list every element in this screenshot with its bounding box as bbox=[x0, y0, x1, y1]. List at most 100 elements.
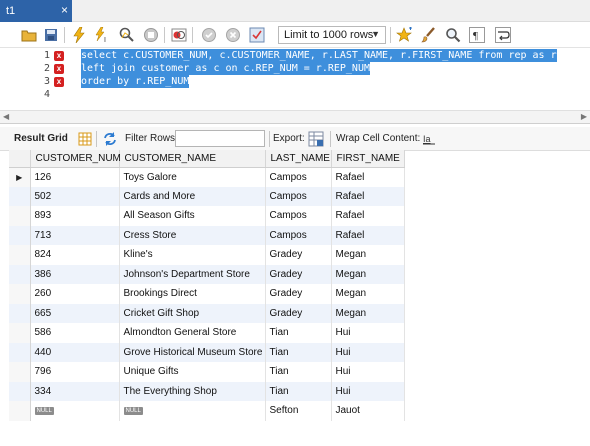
table-row[interactable]: 824 Kline's Gradey Megan bbox=[9, 245, 405, 265]
brush-icon[interactable] bbox=[420, 26, 438, 44]
column-header[interactable]: CUSTOMER_NUM bbox=[30, 150, 121, 168]
table-cell[interactable]: 586 bbox=[30, 323, 120, 343]
table-cell[interactable]: Gradey bbox=[265, 284, 332, 304]
table-cell[interactable]: 893 bbox=[30, 206, 120, 226]
table-cell[interactable]: Campos bbox=[265, 206, 332, 226]
table-cell[interactable]: Tian bbox=[265, 362, 332, 382]
table-cell[interactable]: Rafael bbox=[331, 225, 405, 245]
table-row[interactable]: 440 Grove Historical Museum Store Tian Hui bbox=[9, 342, 405, 362]
table-cell[interactable]: Campos bbox=[265, 225, 332, 245]
row-indicator[interactable] bbox=[9, 381, 31, 401]
table-cell[interactable]: Unique Gifts bbox=[119, 362, 266, 382]
table-cell[interactable]: Cricket Gift Shop bbox=[119, 303, 266, 323]
table-row[interactable]: 502 Cards and More Campos Rafael bbox=[9, 186, 405, 206]
table-cell[interactable]: Megan bbox=[331, 303, 405, 323]
table-cell[interactable]: NULL bbox=[30, 401, 120, 421]
table-cell[interactable]: Gradey bbox=[265, 303, 332, 323]
execute-lightning-icon[interactable] bbox=[70, 26, 88, 44]
filter-rows-input[interactable] bbox=[175, 130, 265, 147]
table-cell[interactable]: Hui bbox=[331, 381, 405, 401]
sql-line-1[interactable]: select c.CUSTOMER_NUM, c.CUSTOMER_NAME, … bbox=[81, 49, 557, 62]
table-cell[interactable]: The Everything Shop bbox=[119, 381, 266, 401]
table-row[interactable]: 334 The Everything Shop Tian Hui bbox=[9, 381, 405, 401]
execute-statement-icon[interactable]: I bbox=[94, 26, 112, 44]
table-cell[interactable]: Rafael bbox=[331, 186, 405, 206]
table-cell[interactable]: Cress Store bbox=[119, 225, 266, 245]
table-cell[interactable]: Hui bbox=[331, 323, 405, 343]
table-cell[interactable]: 126 bbox=[30, 167, 120, 187]
refresh-icon[interactable] bbox=[101, 130, 119, 148]
result-grid-tab[interactable]: Result Grid bbox=[14, 133, 68, 144]
invisible-chars-icon[interactable]: ¶ bbox=[468, 26, 486, 44]
table-cell[interactable]: 665 bbox=[30, 303, 120, 323]
table-cell[interactable]: Rafael bbox=[331, 206, 405, 226]
toggle-error-icon[interactable] bbox=[170, 26, 188, 44]
scroll-left-icon[interactable]: ◀ bbox=[3, 112, 9, 121]
column-header[interactable]: CUSTOMER_NAME bbox=[119, 150, 266, 168]
table-cell[interactable]: 796 bbox=[30, 362, 120, 382]
table-cell[interactable]: Rafael bbox=[331, 167, 405, 187]
row-indicator[interactable] bbox=[9, 401, 31, 421]
wrap-lines-icon[interactable] bbox=[494, 26, 512, 44]
open-folder-icon[interactable] bbox=[20, 26, 38, 44]
table-row[interactable]: 893 All Season Gifts Campos Rafael bbox=[9, 206, 405, 226]
tab-t1[interactable]: t1 × bbox=[0, 0, 72, 22]
table-cell[interactable]: Campos bbox=[265, 167, 332, 187]
table-cell[interactable]: Hui bbox=[331, 362, 405, 382]
table-cell[interactable]: Gradey bbox=[265, 264, 332, 284]
table-row[interactable]: 386 Johnson's Department Store Gradey Megan bbox=[9, 264, 405, 284]
column-header[interactable]: FIRST_NAME bbox=[331, 150, 405, 168]
table-cell[interactable]: Megan bbox=[331, 264, 405, 284]
wrap-cell-icon[interactable]: Ia bbox=[420, 130, 438, 148]
table-cell[interactable]: Tian bbox=[265, 342, 332, 362]
table-row[interactable]: 665 Cricket Gift Shop Gradey Megan bbox=[9, 303, 405, 323]
column-header[interactable]: LAST_NAME bbox=[265, 150, 332, 168]
row-indicator[interactable] bbox=[9, 284, 31, 304]
explain-magnifier-icon[interactable] bbox=[118, 26, 136, 44]
row-indicator[interactable] bbox=[9, 342, 31, 362]
editor-horizontal-scrollbar[interactable]: ◀ ▶ bbox=[0, 110, 590, 124]
table-cell[interactable]: Megan bbox=[331, 284, 405, 304]
row-indicator[interactable] bbox=[9, 362, 31, 382]
table-cell[interactable]: Jauot bbox=[331, 401, 405, 421]
row-indicator[interactable] bbox=[9, 323, 31, 343]
find-icon[interactable] bbox=[444, 26, 462, 44]
table-cell[interactable]: Johnson's Department Store bbox=[119, 264, 266, 284]
save-icon[interactable] bbox=[42, 26, 60, 44]
table-cell[interactable]: Kline's bbox=[119, 245, 266, 265]
syntax-error-icon[interactable]: x bbox=[54, 77, 64, 87]
sql-line-2[interactable]: left join customer as c on c.REP_NUM = r… bbox=[81, 62, 370, 75]
table-cell[interactable]: Toys Galore bbox=[119, 167, 266, 187]
table-cell[interactable]: Megan bbox=[331, 245, 405, 265]
table-row[interactable]: 586 Almondton General Store Tian Hui bbox=[9, 323, 405, 343]
table-cell[interactable]: Grove Historical Museum Store bbox=[119, 342, 266, 362]
table-row[interactable]: 796 Unique Gifts Tian Hui bbox=[9, 362, 405, 382]
grid-view-icon[interactable] bbox=[76, 130, 94, 148]
row-indicator[interactable] bbox=[9, 186, 31, 206]
table-cell[interactable]: Cards and More bbox=[119, 186, 266, 206]
table-cell[interactable]: Hui bbox=[331, 342, 405, 362]
table-cell[interactable]: 824 bbox=[30, 245, 120, 265]
table-cell[interactable]: Sefton bbox=[265, 401, 332, 421]
table-cell[interactable]: All Season Gifts bbox=[119, 206, 266, 226]
row-indicator[interactable] bbox=[9, 264, 31, 284]
syntax-error-icon[interactable]: x bbox=[54, 64, 64, 74]
table-cell[interactable]: NULL bbox=[119, 401, 266, 421]
sql-line-3[interactable]: order by r.REP_NUM bbox=[81, 75, 190, 88]
autocommit-icon[interactable] bbox=[248, 26, 266, 44]
row-indicator[interactable] bbox=[9, 225, 31, 245]
beautify-star-icon[interactable] bbox=[396, 26, 414, 44]
table-cell[interactable]: Gradey bbox=[265, 245, 332, 265]
table-row[interactable]: NULL NULL Sefton Jauot bbox=[9, 401, 405, 421]
row-indicator[interactable] bbox=[9, 303, 31, 323]
scroll-right-icon[interactable]: ▶ bbox=[581, 112, 587, 121]
sql-editor[interactable]: 1 x select c.CUSTOMER_NUM, c.CUSTOMER_NA… bbox=[0, 48, 590, 108]
export-icon[interactable] bbox=[307, 130, 325, 148]
table-cell[interactable]: Almondton General Store bbox=[119, 323, 266, 343]
table-cell[interactable]: Campos bbox=[265, 186, 332, 206]
current-row-indicator[interactable]: ▶ bbox=[9, 167, 31, 187]
row-indicator[interactable] bbox=[9, 245, 31, 265]
table-row[interactable]: 260 Brookings Direct Gradey Megan bbox=[9, 284, 405, 304]
table-cell[interactable]: 440 bbox=[30, 342, 120, 362]
table-cell[interactable]: 502 bbox=[30, 186, 120, 206]
